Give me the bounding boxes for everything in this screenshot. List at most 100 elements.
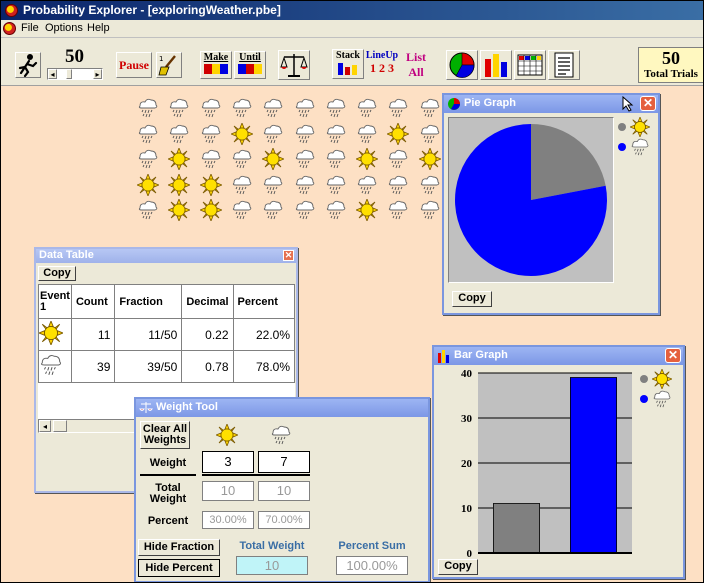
speed-value: 50 [65, 46, 84, 67]
outcome-sun-icon [167, 197, 192, 223]
outcome-rain-icon [387, 199, 409, 221]
weight-row-label: Weight [149, 457, 187, 469]
pie-window-icon [448, 98, 460, 110]
lineup-button[interactable]: LineUp 1 2 3 [365, 50, 399, 80]
bar-copy-button[interactable]: Copy [438, 559, 478, 575]
scroll-thumb[interactable] [53, 420, 67, 432]
table-row: 11 11/50 0.22 22.0% [38, 318, 295, 351]
data-table-title: Data Table [39, 249, 94, 261]
table-header-row: Event 1 Count Fraction Decimal Percent [38, 284, 295, 319]
weight-tool-window: Weight Tool Clear All Weights Weight 3 7… [134, 397, 430, 582]
data-table-titlebar[interactable]: Data Table ✕ [36, 249, 296, 263]
bar-graph-titlebar[interactable]: Bar Graph ✕ [434, 347, 683, 365]
percent-sum-value: 100.00% [336, 556, 408, 575]
until-button[interactable]: Until [234, 51, 266, 79]
data-table: Event 1 Count Fraction Decimal Percent 1… [38, 284, 295, 383]
bar-graph-icon[interactable] [480, 50, 512, 80]
outcome-sun-icon [229, 121, 254, 146]
clear-all-weights-button[interactable]: Clear All Weights [140, 421, 190, 449]
color-blocks-icon [204, 64, 228, 74]
bar-legend-rain-icon [652, 389, 672, 412]
menu-file[interactable]: File [21, 22, 39, 34]
pie-legend-rain-icon [630, 137, 650, 160]
bar-graph-window: Bar Graph ✕ 0 10 20 30 40 Copy [432, 345, 685, 579]
weight-input-sun[interactable]: 3 [202, 451, 254, 473]
rain-icon [39, 355, 63, 380]
pie-graph-window: Pie Graph ✕ Copy [442, 93, 660, 315]
scroll-left-arrow-icon[interactable]: ◂ [48, 69, 57, 79]
outcome-rain-icon [168, 97, 190, 119]
total-weight-row-label: Total Weight [149, 482, 187, 505]
clear-sweep-icon[interactable]: 1 [156, 52, 182, 78]
percent-row-label: Percent [147, 515, 189, 527]
weight-input-rain[interactable]: 7 [258, 451, 310, 473]
weight-row-rule [140, 474, 196, 476]
speed-slider[interactable]: ◂ ▸ [47, 68, 103, 80]
make-label: Make [203, 52, 229, 63]
bar-chart: 0 10 20 30 40 [461, 368, 632, 559]
menu-options[interactable]: Options [45, 22, 83, 34]
document-icon[interactable] [3, 22, 16, 35]
cell-percent: 78.0% [232, 350, 295, 383]
app-window: Probability Explorer - [exploringWeather… [0, 0, 704, 583]
list-icon[interactable] [548, 50, 580, 80]
outcome-rain-icon [419, 199, 441, 221]
stack-icon [338, 63, 357, 75]
pie-graph-close-icon[interactable]: ✕ [640, 96, 656, 111]
data-table-icon[interactable] [514, 50, 546, 80]
outcome-rain-icon [325, 148, 347, 170]
hide-percent-button[interactable]: Hide Percent [138, 559, 220, 577]
pie-legend [618, 116, 654, 167]
runner-icon[interactable] [15, 52, 41, 78]
workspace: Pie Graph ✕ Copy Data Table ✕ Copy Event… [1, 87, 703, 582]
slider-thumb[interactable] [66, 69, 72, 79]
outcome-sun-icon [198, 197, 223, 223]
outcome-rain-icon [137, 97, 159, 119]
outcome-rain-icon [294, 123, 316, 145]
outcome-rain-icon [262, 123, 284, 145]
outcome-rain-icon [137, 123, 159, 145]
hide-fraction-button[interactable]: Hide Fraction [138, 539, 220, 556]
pie-graph-icon[interactable] [446, 50, 478, 80]
percent-sun: 30.00% [202, 511, 254, 529]
cell-count: 11 [70, 318, 116, 351]
bar-y-tick-label: 0 [467, 548, 473, 559]
stack-button[interactable]: Stack [332, 49, 364, 79]
window-title: Probability Explorer - [exploringWeather… [23, 3, 281, 17]
weight-tool-titlebar[interactable]: Weight Tool [136, 399, 428, 417]
stack-label: Stack [336, 50, 360, 61]
outcome-sun-icon [198, 172, 223, 197]
pause-button[interactable]: Pause [116, 52, 152, 78]
cell-decimal: 0.78 [181, 350, 234, 383]
header-decimal: Decimal [181, 284, 234, 319]
cursor-arrow-icon [622, 96, 634, 112]
total-trials-label: Total Trials [644, 68, 698, 80]
bar-legend-swatch [640, 375, 648, 383]
menu-help[interactable]: Help [87, 22, 110, 34]
weight-sun-icon [214, 422, 240, 449]
total-weight-label: Total Weight [239, 540, 305, 552]
data-table-copy-button[interactable]: Copy [38, 266, 76, 281]
percent-sum-label: Percent Sum [338, 540, 406, 552]
cell-count: 39 [70, 350, 116, 383]
scroll-right-arrow-icon[interactable]: ▸ [93, 69, 102, 79]
bar-graph-close-icon[interactable]: ✕ [665, 348, 681, 363]
outcome-rain-icon [231, 199, 253, 221]
data-table-hscrollbar[interactable]: ◂ [38, 419, 138, 433]
bar-y-tick-label: 30 [461, 413, 473, 425]
pie-graph-title: Pie Graph [464, 97, 516, 109]
pie-graph-titlebar[interactable]: Pie Graph ✕ [444, 95, 658, 113]
pie-legend-swatch [618, 123, 626, 131]
outcome-rain-icon [387, 97, 409, 119]
list-label: List [405, 50, 426, 64]
outcome-rain-icon [325, 199, 347, 221]
pie-copy-button[interactable]: Copy [452, 291, 492, 307]
scroll-left-arrow-icon[interactable]: ◂ [39, 420, 51, 432]
weight-tool-balance-icon[interactable] [278, 50, 310, 80]
svg-text:1: 1 [159, 55, 163, 63]
list-all-button[interactable]: List All [401, 50, 431, 80]
make-button[interactable]: Make [200, 51, 232, 79]
data-table-close-icon[interactable]: ✕ [283, 250, 294, 261]
outcome-sun-icon [167, 172, 192, 197]
header-event: Event 1 [38, 284, 72, 319]
